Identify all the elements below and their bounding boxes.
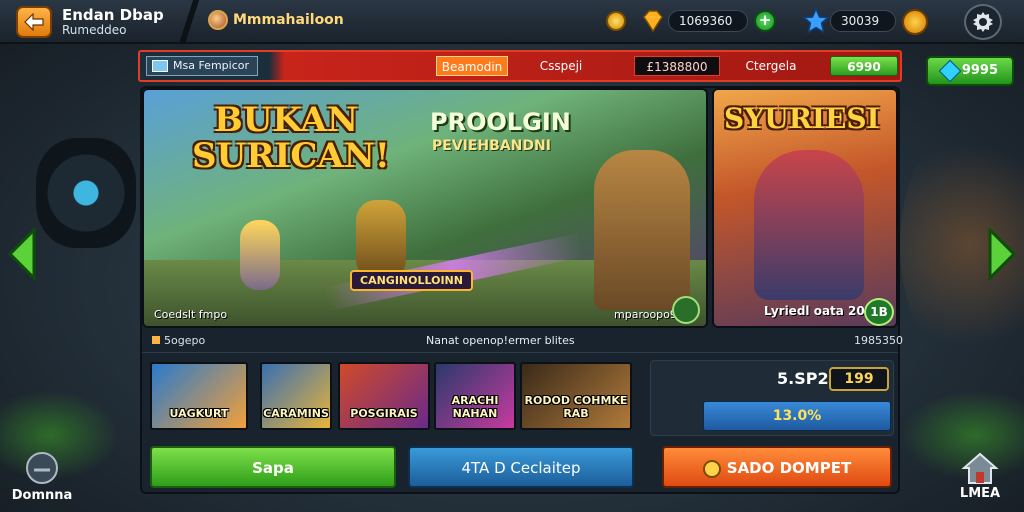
featured-banner[interactable]: BUKAN SURICAN! PROOLGIN PEVIEHBANDNI CAN… [142,88,708,328]
thumbnail-label: ARACHI NAHAN [451,394,499,420]
orange-button-label: SADO DOMPET [726,459,852,477]
game-title: Endan Dbap [62,6,164,24]
banner-corner-badge [672,296,700,324]
side-buy-button[interactable]: 9995 [926,56,1014,86]
knight-figure [356,200,406,280]
plus-icon[interactable]: + [754,10,776,32]
avatar-icon[interactable] [208,10,228,30]
banner-badge: CANGINOLLOINN [350,270,473,291]
side-card-title: SYURIESI [724,102,880,135]
strip-price: £1388800 [634,56,720,76]
header-divider [178,0,200,44]
side-card-hero [754,150,864,300]
info-center-text: Nanat openop!ermer blites [426,334,575,347]
info-left: 5ogepo [152,334,205,347]
gem-small-icon [938,59,962,83]
strip-left-tab[interactable]: Msa Fempicor [146,56,258,76]
nav-left[interactable]: Domnna [2,450,82,512]
info-divider [142,352,898,353]
helmet-icon [26,452,58,484]
side-card-caption: Lyriedl oata 20 [764,304,865,318]
top-bar: Endan Dbap Rumeddeo Mmmahailoon 1069360 … [0,0,1024,44]
settings-button[interactable] [964,4,1002,40]
stats-progress-label: 13.0% [772,408,822,424]
nav-right[interactable]: LMEA [940,450,1020,512]
thumbnail-4[interactable]: ARACHI NAHAN [434,362,516,430]
secondary-button[interactable]: 4TA D Ceclaitep [408,446,634,488]
thumbnail-2[interactable]: CARAMINS [260,362,332,430]
ally-figure [240,220,280,290]
strip-tab-csspeji[interactable]: Csspeji [526,56,596,76]
thumbnail-1[interactable]: UAGKURT [150,362,248,430]
strip-left-label: Msa Fempicor [173,59,250,72]
username: Mmmahailoon [233,12,344,28]
banner-footer-left: Coedslt fmpo [154,308,228,321]
gear-icon [973,12,993,32]
info-left-text: 5ogepo [164,334,206,347]
stats-progress: 13.0% [703,401,891,431]
banner-headline-1: BUKAN [214,100,359,140]
thumbnail-label: RODOD COHMKE RAB [524,394,628,420]
thumbnail-5[interactable]: RODOD COHMKE RAB [520,362,632,430]
primary-button[interactable]: Sapa [150,446,396,488]
gems-counter: 1069360 [668,10,748,32]
game-subtitle: Rumeddeo [62,23,127,37]
orange-button[interactable]: SADO DOMPET [662,446,892,488]
strip-tab-beamodin[interactable]: Beamodin [436,56,508,76]
lock-icon [152,336,160,344]
nav-right-label: LMEA [959,486,1001,501]
banner-promo-1: PROOLGIN [430,108,571,136]
coin-badge-icon[interactable] [902,9,928,35]
thumbnail-label: UAGKURT [169,407,229,420]
gem-icon [643,10,663,33]
next-arrow-icon[interactable] [986,228,1018,280]
side-buy-label: 9995 [961,63,998,78]
home-icon [961,452,999,484]
prev-arrow-icon[interactable] [6,228,38,280]
side-card-badge: 1B [864,298,894,326]
banner-headline-2: SURICAN! [192,136,390,176]
stats-badge: 199 [829,367,889,391]
thumbnail-label: POSGIRAIS [350,407,418,420]
side-card[interactable]: SYURIESI Lyriedl oata 20 1B [712,88,898,328]
hero-figure [594,150,690,310]
strip-tab-ctergela[interactable]: Ctergela [736,56,806,76]
event-strip: Msa Fempicor Beamodin Csspeji £1388800 C… [138,50,902,82]
back-button[interactable] [16,6,52,38]
banner-promo-2: PEVIEHBANDNI [432,138,551,154]
back-arrow-icon [24,13,44,31]
thumbnail-3[interactable]: POSGIRAIS [338,362,430,430]
star-icon [802,7,830,34]
coin-icon [606,11,626,31]
currency2-counter: 30039 [830,10,896,32]
bg-tower-left [36,138,136,248]
thumbnail-label: CARAMINS [263,407,329,420]
stats-panel: 5.SP21 199 13.0% [650,360,894,436]
info-center: Nanat openop!ermer blites [426,334,575,347]
coin-star-icon [702,459,721,478]
info-right: 1985350 [854,334,903,347]
flag-icon [152,60,168,72]
strip-buy-button[interactable]: 6990 [830,56,898,76]
nav-left-label: Domnna [11,488,73,503]
